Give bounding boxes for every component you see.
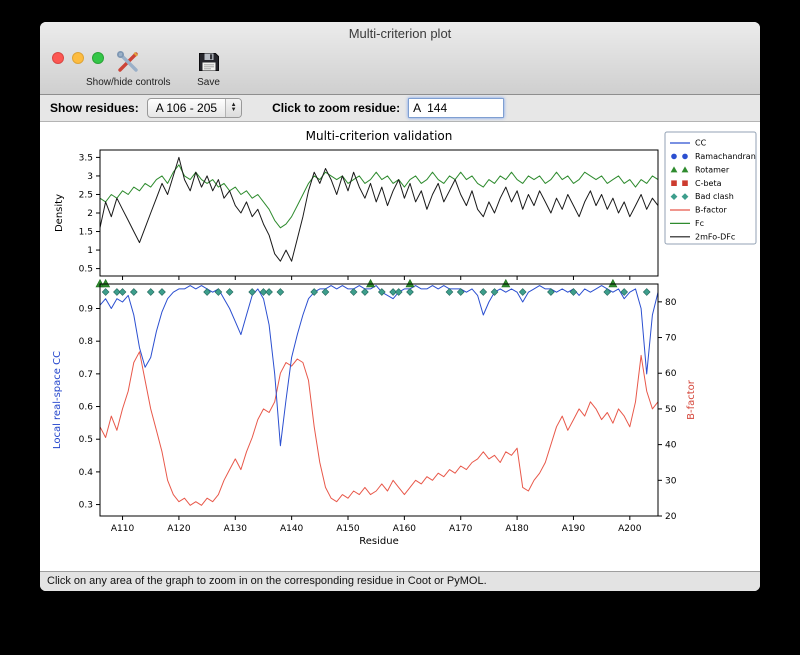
- svg-text:A190: A190: [562, 524, 586, 534]
- svg-text:A130: A130: [224, 524, 248, 534]
- svg-text:2mFo-DFc: 2mFo-DFc: [695, 232, 735, 241]
- svg-text:Bad clash: Bad clash: [695, 192, 734, 201]
- svg-text:A180: A180: [505, 524, 529, 534]
- status-bar: Click on any area of the graph to zoom i…: [40, 571, 760, 591]
- svg-text:A170: A170: [449, 524, 473, 534]
- svg-text:20: 20: [665, 512, 677, 522]
- save-label: Save: [197, 77, 220, 88]
- zoom-residue-label: Click to zoom residue:: [272, 101, 401, 115]
- svg-text:Rotamer: Rotamer: [695, 165, 730, 174]
- svg-text:C-beta: C-beta: [695, 179, 722, 188]
- show-residues-label: Show residues:: [50, 101, 139, 115]
- window-header: Multi-criterion plot Show/hide controls: [40, 22, 760, 95]
- svg-text:A140: A140: [280, 524, 304, 534]
- svg-text:50: 50: [665, 405, 677, 415]
- svg-text:3: 3: [87, 172, 93, 182]
- toolbar: Show/hide controls Save: [86, 48, 221, 88]
- svg-text:A120: A120: [167, 524, 191, 534]
- svg-text:1: 1: [87, 246, 93, 256]
- svg-text:Density: Density: [54, 194, 65, 232]
- svg-text:0.9: 0.9: [79, 305, 94, 315]
- svg-text:A160: A160: [393, 524, 417, 534]
- svg-text:3.5: 3.5: [79, 153, 93, 163]
- controls-row: Show residues: A 106 - 205 ▲ ▼ Click to z…: [40, 95, 760, 122]
- svg-text:30: 30: [665, 476, 677, 486]
- svg-text:Fc: Fc: [695, 219, 704, 228]
- svg-text:0.5: 0.5: [79, 265, 93, 275]
- plot-area: A110 A120 A130 A140 A150 A160 A170 A180 A190 A200…: [40, 122, 760, 571]
- minimize-button[interactable]: [72, 52, 84, 64]
- show-hide-controls-label: Show/hide controls: [86, 77, 171, 88]
- svg-text:0.6: 0.6: [79, 403, 94, 413]
- floppy-disk-icon: [197, 48, 221, 76]
- status-text: Click on any area of the graph to zoom i…: [47, 575, 487, 587]
- svg-text:1.5: 1.5: [79, 228, 93, 238]
- zoom-residue-input[interactable]: [408, 98, 505, 118]
- save-button[interactable]: Save: [197, 48, 221, 88]
- svg-text:B-factor: B-factor: [686, 379, 697, 420]
- crossed-tools-icon: [115, 48, 141, 76]
- svg-text:Local real-space CC: Local real-space CC: [52, 351, 63, 449]
- svg-text:0.7: 0.7: [79, 370, 93, 380]
- window-title: Multi-criterion plot: [348, 26, 452, 41]
- residue-range-value: A 106 - 205: [155, 101, 218, 115]
- svg-text:60: 60: [665, 369, 677, 379]
- residue-range-dropdown[interactable]: A 106 - 205 ▲ ▼: [146, 98, 243, 118]
- svg-text:CC: CC: [695, 139, 707, 148]
- svg-text:Residue: Residue: [359, 536, 398, 547]
- close-button[interactable]: [52, 52, 64, 64]
- svg-text:2: 2: [87, 209, 93, 219]
- svg-text:80: 80: [665, 298, 677, 308]
- titlebar[interactable]: Multi-criterion plot: [40, 22, 760, 43]
- svg-text:0.8: 0.8: [79, 337, 94, 347]
- svg-text:40: 40: [665, 441, 677, 451]
- dropdown-stepper-icon: ▲ ▼: [225, 99, 242, 117]
- svg-text:0.5: 0.5: [79, 435, 93, 445]
- svg-text:B-factor: B-factor: [695, 206, 728, 215]
- show-hide-controls-button[interactable]: Show/hide controls: [86, 48, 171, 88]
- svg-text:A110: A110: [111, 524, 135, 534]
- svg-text:A150: A150: [336, 524, 360, 534]
- svg-text:0.3: 0.3: [79, 501, 93, 511]
- multi-criterion-plot-window: Multi-criterion plot Show/hide controls: [40, 22, 760, 591]
- svg-text:70: 70: [665, 334, 677, 344]
- svg-text:0.4: 0.4: [79, 468, 94, 478]
- svg-text:Ramachandran: Ramachandran: [695, 152, 756, 161]
- svg-text:A200: A200: [618, 524, 642, 534]
- validation-chart[interactable]: A110 A120 A130 A140 A150 A160 A170 A180 A190 A200…: [42, 126, 758, 566]
- svg-text:2.5: 2.5: [79, 190, 93, 200]
- svg-text:Multi-criterion validation: Multi-criterion validation: [306, 129, 453, 143]
